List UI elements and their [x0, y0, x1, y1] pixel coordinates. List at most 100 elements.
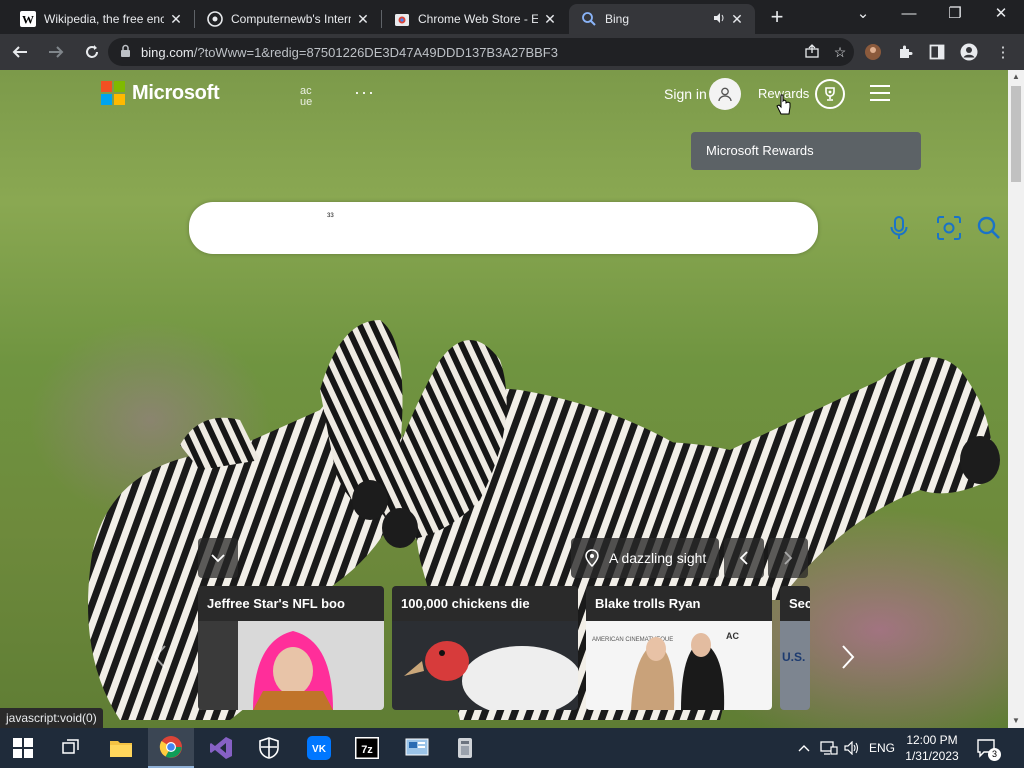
bing-icon — [581, 11, 597, 27]
svg-text:U.S.: U.S. — [782, 650, 805, 664]
hamburger-menu-icon[interactable] — [870, 85, 890, 101]
collapse-feed-button[interactable] — [198, 538, 238, 578]
search-box: ³³ — [189, 202, 1000, 254]
tab-computernewb[interactable]: Computernewb's Intern ✕ — [195, 4, 381, 34]
windows-security-button[interactable] — [246, 728, 292, 768]
action-center-button[interactable]: 3 — [972, 728, 1002, 768]
chrome-taskbar-button[interactable] — [148, 728, 194, 768]
search-input[interactable] — [213, 202, 693, 254]
close-tab-icon[interactable]: ✕ — [729, 11, 745, 27]
news-card[interactable]: Sec U.S. — [780, 586, 810, 710]
location-pin-icon — [585, 549, 599, 567]
tab-title: Computernewb's Intern — [231, 12, 351, 26]
close-window-button[interactable]: ✕ — [978, 0, 1024, 30]
share-icon[interactable] — [798, 43, 826, 61]
news-card-image: U.S. — [780, 621, 810, 710]
tab-strip: W Wikipedia, the free enc ✕ Computernewb… — [0, 0, 1024, 34]
mouse-cursor-icon — [776, 94, 791, 115]
news-card[interactable]: Jeffree Star's NFL boo — [198, 586, 384, 710]
tab-chrome-web-store[interactable]: Chrome Web Store - Ex ✕ — [382, 4, 568, 34]
scroll-up-arrow-icon[interactable]: ▲ — [1008, 70, 1024, 84]
app-icon — [458, 738, 472, 758]
user-avatar-icon[interactable] — [709, 78, 741, 110]
folder-icon — [110, 741, 132, 757]
search-icon[interactable] — [975, 214, 1003, 242]
network-icon[interactable] — [818, 728, 840, 768]
visual-search-icon[interactable] — [935, 214, 963, 242]
close-tab-icon[interactable]: ✕ — [542, 11, 558, 27]
microsoft-logo[interactable]: Microsoft — [101, 81, 220, 105]
forward-button[interactable] — [40, 36, 72, 68]
news-card-image — [392, 621, 578, 710]
show-hidden-icons-icon[interactable] — [794, 728, 814, 768]
back-button[interactable] — [4, 36, 36, 68]
trophy-icon[interactable] — [815, 79, 845, 109]
volume-icon[interactable] — [842, 728, 862, 768]
start-button[interactable] — [0, 728, 46, 768]
scrollbar-thumb[interactable] — [1011, 86, 1021, 182]
next-image-button[interactable] — [768, 538, 808, 578]
profile-avatar-icon[interactable] — [858, 36, 888, 68]
extensions-icon[interactable] — [890, 36, 920, 68]
image-caption-text: A dazzling sight — [609, 550, 707, 566]
tab-wikipedia[interactable]: W Wikipedia, the free enc ✕ — [8, 4, 194, 34]
svg-text:AC: AC — [726, 631, 739, 641]
news-card-image: AMERICAN CINEMATHEQUE AC — [586, 621, 772, 710]
bookmark-star-icon[interactable]: ☆ — [826, 44, 854, 61]
scroll-down-arrow-icon[interactable]: ▼ — [1008, 714, 1024, 728]
control-panel-button[interactable] — [394, 728, 440, 768]
side-panel-icon[interactable] — [922, 36, 952, 68]
file-explorer-button[interactable] — [98, 728, 144, 768]
minimize-button[interactable]: — — [886, 0, 932, 30]
tab-search-icon[interactable]: ⌄ — [840, 0, 886, 30]
windows-taskbar: VK 7z ENG 12:00 PM 1/31/2023 3 — [0, 728, 1024, 768]
news-card-title: 100,000 chickens die — [392, 586, 578, 621]
news-card[interactable]: 100,000 chickens die — [392, 586, 578, 710]
clock-time: 12:00 PM — [906, 733, 958, 747]
microphone-icon[interactable] — [885, 214, 913, 242]
carousel-prev-button[interactable] — [148, 642, 172, 672]
chevron-left-icon — [739, 551, 748, 565]
vk-button[interactable]: VK — [296, 728, 342, 768]
account-icon[interactable] — [954, 36, 984, 68]
page-scrollbar[interactable]: ▲ ▼ — [1008, 70, 1024, 728]
computernewb-icon — [207, 11, 223, 27]
7zip-icon: 7z — [355, 737, 379, 759]
chrome-web-store-icon — [394, 11, 410, 27]
tab-bing[interactable]: Bing ✕ — [569, 4, 755, 34]
image-of-the-day-caption[interactable]: A dazzling sight — [571, 538, 719, 578]
close-tab-icon[interactable]: ✕ — [168, 11, 184, 27]
partial-text: ac ue — [300, 85, 313, 108]
new-tab-button[interactable]: + — [764, 5, 790, 31]
clock-date: 1/31/2023 — [905, 749, 959, 763]
more-options-button[interactable]: ··· — [354, 82, 375, 103]
task-view-button[interactable] — [48, 728, 94, 768]
previous-image-button[interactable] — [724, 538, 764, 578]
news-card-image — [198, 621, 384, 710]
close-tab-icon[interactable]: ✕ — [355, 11, 371, 27]
menu-kebab-icon[interactable]: ⋮ — [988, 36, 1018, 68]
bing-homepage: Microsoft ac ue ··· Sign in Rewards Micro… — [0, 70, 1008, 728]
restore-button[interactable]: ❐ — [932, 0, 978, 30]
clock[interactable]: 12:00 PM 1/31/2023 — [900, 732, 964, 764]
address-bar[interactable]: bing.com/?toWww=1&redig=87501226DE3D47A4… — [108, 38, 854, 66]
lock-icon[interactable] — [120, 44, 131, 60]
url-text[interactable]: bing.com/?toWww=1&redig=87501226DE3D47A4… — [141, 45, 798, 60]
search-cursor-ghost: ³³ — [327, 212, 334, 223]
reload-button[interactable] — [76, 36, 108, 68]
visual-studio-button[interactable] — [198, 728, 244, 768]
carousel-next-button[interactable] — [836, 642, 860, 672]
chevron-down-icon — [211, 554, 225, 563]
brand-name: Microsoft — [132, 81, 220, 104]
news-card[interactable]: Blake trolls Ryan AMERICAN CINEMATHEQUE … — [586, 586, 772, 710]
language-indicator[interactable]: ENG — [866, 728, 898, 768]
control-panel-icon — [405, 738, 429, 756]
sign-in-link[interactable]: Sign in — [664, 86, 707, 102]
shield-icon — [259, 737, 279, 759]
app-button[interactable] — [442, 728, 488, 768]
browser-toolbar: bing.com/?toWww=1&redig=87501226DE3D47A4… — [0, 34, 1024, 70]
tab-title: Bing — [605, 12, 630, 26]
speaker-icon[interactable] — [713, 12, 725, 27]
news-card-title: Jeffree Star's NFL boo — [198, 586, 384, 621]
7zip-button[interactable]: 7z — [344, 728, 390, 768]
